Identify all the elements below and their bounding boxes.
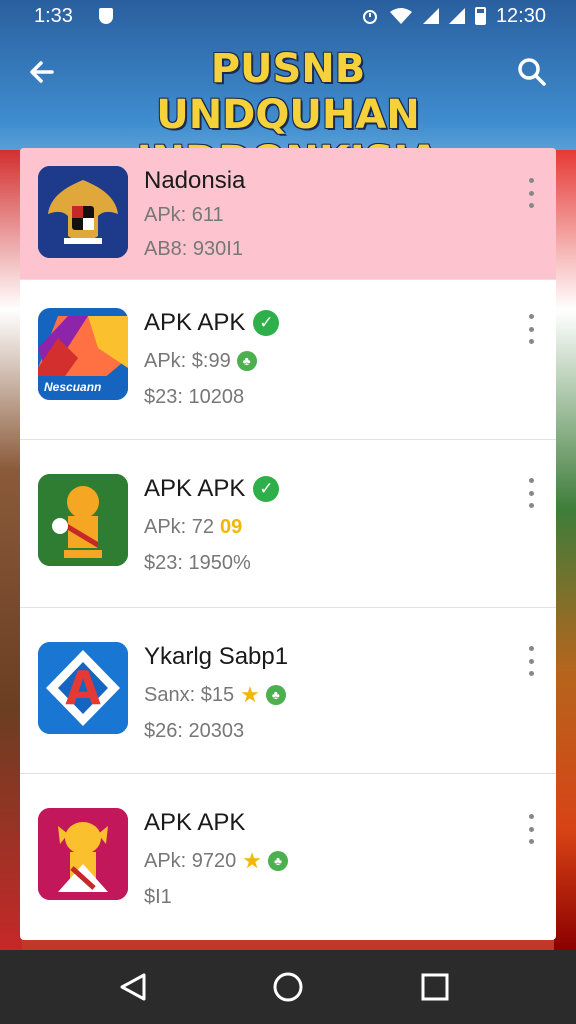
list-item-app-3[interactable]: APK APK ✓ APk: 72 09 $23: 1950%: [20, 440, 556, 608]
app-3-line1-extra: 09: [220, 515, 243, 538]
square-recents-icon: [421, 973, 449, 1001]
triangle-back-icon: [120, 973, 146, 1001]
svg-text:A: A: [65, 661, 101, 715]
more-options-button[interactable]: [524, 478, 538, 508]
app-5-line2: $I1: [144, 885, 172, 908]
leaf-badge-icon: ♣: [268, 851, 289, 871]
app-5-name: APK APK: [144, 809, 246, 836]
battery-icon: [474, 7, 486, 25]
more-options-button[interactable]: [524, 646, 538, 676]
app-3-line1-text: APk: 72: [144, 515, 215, 538]
search-button[interactable]: [514, 54, 550, 90]
background-left-decor: [0, 150, 22, 950]
garuda-app-icon: [38, 166, 128, 258]
status-time-right: 12:30: [495, 4, 546, 27]
alarm-icon: [362, 10, 377, 24]
app-1-line2: AB8: 930I1: [144, 237, 243, 260]
app-3-name: APK APK: [144, 475, 246, 502]
app-1-texts: Nadonsia APk: 611 AB8: 930I1: [144, 166, 245, 262]
shield-icon: [98, 8, 113, 24]
more-options-button[interactable]: [524, 178, 538, 208]
app-4-name: Ykarlg Sabp1: [144, 643, 289, 670]
list-item-app-4[interactable]: A Ykarlg Sabp1 Sanx: $15 ★ ♣ $26: 20303: [20, 608, 556, 774]
app-3-line1: APk: 72 09: [144, 514, 279, 540]
list-item-app-2[interactable]: Nescuann APK APK ✓ APk: $:99 ♣ $23: 1020…: [20, 280, 556, 440]
signal-icon-1: [422, 8, 439, 24]
app-3-line2: $23: 1950%: [144, 551, 251, 574]
list-item-app-1[interactable]: Nadonsia APk: 611 AB8: 930I1: [20, 148, 556, 280]
star-icon: ★: [240, 682, 260, 707]
app-bar: PUSNB UNDQUHAN INDDONKISIA: [0, 36, 576, 184]
app-2-line2: $23: 10208: [144, 385, 245, 408]
app-3-texts: APK APK ✓ APk: 72 09 $23: 1950%: [144, 474, 280, 576]
app-5-line1: APk: 9720 ★ ♣: [144, 848, 289, 874]
list-item-app-5[interactable]: APK APK APk: 9720 ★ ♣ $I1: [20, 774, 556, 940]
app-1-line1: APk: 611: [144, 202, 245, 228]
nav-recents-button[interactable]: [418, 970, 452, 1004]
navigation-bar: [0, 950, 576, 1024]
wifi-icon: [389, 8, 412, 24]
app-3-name-row: APK APK ✓: [144, 474, 280, 504]
nav-home-button[interactable]: [271, 970, 305, 1004]
verified-check-icon: ✓: [253, 310, 280, 336]
nav-back-button[interactable]: [116, 970, 150, 1004]
app-2-icon-text: Nescuann: [44, 380, 102, 394]
app-2-icon: Nescuann: [38, 308, 128, 400]
app-2-name-row: APK APK ✓: [144, 308, 280, 338]
app-4-texts: Ykarlg Sabp1 Sanx: $15 ★ ♣ $26: 20303: [144, 642, 288, 744]
verified-check-icon: ✓: [253, 476, 280, 502]
letter-a-app-icon: A: [38, 642, 128, 734]
status-bar: 1:33 12:30: [0, 0, 576, 32]
background-right-decor: [554, 150, 576, 950]
search-icon: [518, 58, 546, 86]
mascot-app-icon: [38, 474, 128, 566]
app-1-name: Nadonsia: [144, 167, 246, 194]
app-4-line1: Sanx: $15 ★ ♣: [144, 682, 288, 708]
app-4-line1-text: Sanx: $15: [144, 683, 235, 706]
status-time-left: 1:33: [34, 4, 73, 27]
app-4-line2: $26: 20303: [144, 719, 245, 742]
star-icon: ★: [242, 848, 263, 873]
app-2-line1: APk: $:99 ♣: [144, 348, 279, 374]
leaf-badge-icon: ♣: [236, 351, 257, 371]
back-button[interactable]: [24, 54, 60, 90]
app-5-texts: APK APK APk: 9720 ★ ♣ $I1: [144, 808, 289, 910]
mascot-pink-app-icon: [38, 808, 128, 900]
circle-home-icon: [273, 972, 303, 1002]
app-2-name: APK APK: [144, 309, 246, 336]
page-title-line1: PUSNB UNDQUHAN: [156, 46, 420, 138]
app-1-line1-text: APk: 611: [144, 203, 224, 226]
app-5-line1-text: APk: 9720: [144, 849, 237, 872]
app-list: Nadonsia APk: 611 AB8: 930I1 Nescuann AP…: [20, 148, 556, 940]
app-2-line1-text: APk: $:99: [144, 349, 231, 372]
arrow-back-icon: [30, 61, 54, 83]
more-options-button[interactable]: [524, 814, 538, 844]
leaf-badge-icon: ♣: [265, 685, 286, 705]
more-options-button[interactable]: [524, 314, 538, 344]
signal-icon-2: [448, 8, 465, 24]
app-2-texts: APK APK ✓ APk: $:99 ♣ $23: 10208: [144, 308, 280, 410]
